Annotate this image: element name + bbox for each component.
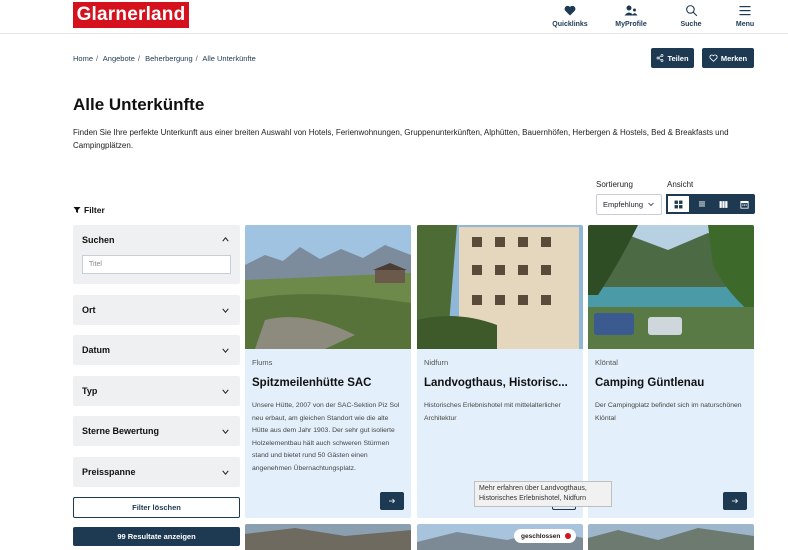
result-card[interactable]: Flums Spitzmeilenhütte SAC Unsere Hütte,… — [245, 225, 411, 518]
nav-label: Menu — [735, 21, 755, 28]
filter-datum[interactable]: Datum — [73, 335, 240, 365]
grid-icon — [674, 200, 683, 208]
columns-icon — [719, 200, 728, 208]
share-label: Teilen — [667, 53, 689, 63]
list-icon — [698, 201, 705, 207]
sort-select[interactable]: Empfehlung — [596, 194, 662, 215]
filter-preisspanne[interactable]: Preisspanne — [73, 457, 240, 487]
sort-label: Sortierung — [596, 180, 633, 189]
filter-ort[interactable]: Ort — [73, 295, 240, 325]
menu-icon — [718, 2, 772, 19]
status-badge-label: geschlossen — [521, 532, 561, 540]
filter-label: Sterne Bewertung — [82, 426, 160, 436]
search-placeholder: Titel — [89, 261, 102, 268]
heart-icon — [543, 2, 597, 19]
page-title: Alle Unterkünfte — [73, 95, 205, 114]
card-image — [245, 524, 411, 550]
breadcrumb-beherbergung[interactable]: Beherbergung — [145, 54, 193, 63]
card-location: Klöntal — [595, 358, 618, 367]
chevron-down-icon — [648, 202, 654, 207]
nav-quicklinks[interactable]: Quicklinks — [543, 2, 597, 28]
card-location: Flums — [252, 358, 273, 367]
view-toggle — [666, 194, 755, 214]
card-location: Nidfurn — [424, 358, 449, 367]
filter-typ[interactable]: Typ — [73, 376, 240, 406]
show-results-button[interactable]: 99 Resultate anzeigen — [73, 527, 240, 546]
page-intro: Finden Sie Ihre perfekte Unterkunft aus … — [73, 128, 729, 150]
nav-label: MyProfile — [615, 21, 647, 28]
result-card[interactable]: Klöntal Camping Güntlenau Der Campingpla… — [588, 225, 754, 518]
card-more-button[interactable] — [723, 492, 747, 510]
filter-title: Filter — [84, 205, 105, 215]
chevron-up-icon[interactable] — [221, 235, 230, 244]
view-calendar-button[interactable] — [734, 194, 755, 214]
result-card[interactable] — [245, 524, 411, 550]
card-title[interactable]: Camping Güntlenau — [595, 377, 704, 389]
sort-value: Empfehlung — [603, 200, 644, 209]
chevron-down-icon — [222, 308, 229, 313]
calendar-icon — [740, 200, 749, 209]
tooltip: Mehr erfahren über Landvogthaus, Histori… — [474, 481, 612, 507]
view-list-button[interactable] — [691, 194, 712, 214]
search-input[interactable]: Titel — [82, 255, 231, 274]
share-icon — [657, 54, 664, 62]
breadcrumb-current: Alle Unterkünfte — [202, 54, 256, 63]
card-image — [245, 225, 411, 349]
breadcrumb-separator: / — [96, 54, 99, 63]
breadcrumb-home[interactable]: Home — [73, 54, 93, 63]
save-label: Merken — [720, 53, 748, 63]
site-logo[interactable]: Glarnerland — [73, 2, 189, 28]
heart-outline-icon — [709, 54, 718, 62]
card-description: Historisches Erlebnishotel mit mittelalt… — [424, 402, 561, 422]
filter-search-section: Suchen Titel — [73, 225, 240, 284]
filter-sterne-bewertung[interactable]: Sterne Bewertung — [73, 416, 240, 446]
user-icon — [604, 2, 658, 19]
card-description: Der Campingplatz befindet sich im naturs… — [595, 402, 742, 422]
clear-filter-button[interactable]: Filter löschen — [73, 497, 240, 518]
breadcrumb-angebote[interactable]: Angebote — [103, 54, 135, 63]
card-title[interactable]: Spitzmeilenhütte SAC — [252, 377, 371, 389]
breadcrumb-separator: / — [195, 54, 198, 63]
view-columns-button[interactable] — [713, 194, 734, 214]
arrow-right-icon — [732, 498, 739, 504]
card-title[interactable]: Landvogthaus, Historisc... — [424, 377, 568, 389]
chevron-down-icon — [222, 429, 229, 434]
filter-label: Preisspanne — [82, 467, 136, 477]
search-icon — [664, 2, 718, 19]
save-button[interactable]: Merken — [702, 48, 754, 68]
chevron-down-icon — [222, 470, 229, 475]
arrow-right-icon — [389, 498, 396, 504]
breadcrumb-separator: / — [137, 54, 140, 63]
result-card[interactable] — [588, 524, 754, 550]
chevron-down-icon — [222, 348, 229, 353]
view-grid-button[interactable] — [666, 194, 692, 214]
status-dot — [565, 533, 572, 539]
funnel-icon — [73, 207, 81, 213]
status-badge: geschlossen — [514, 529, 577, 543]
chevron-down-icon — [222, 389, 229, 394]
card-image — [417, 225, 583, 349]
nav-label: Suche — [680, 21, 702, 28]
nav-myprofile[interactable]: MyProfile — [604, 2, 658, 28]
filter-search-label[interactable]: Suchen — [82, 235, 115, 245]
filter-heading: Filter — [73, 205, 105, 215]
card-image — [588, 225, 754, 349]
nav-menu[interactable]: Menu — [718, 2, 772, 28]
filter-label: Ort — [82, 305, 96, 315]
site-header: Glarnerland Quicklinks MyProfile Suche M… — [0, 0, 788, 34]
card-description: Unsere Hütte, 2007 von der SAC-Sektion P… — [252, 402, 400, 472]
breadcrumb: Home / Angebote / Beherbergung / Alle Unter… — [73, 54, 259, 63]
nav-label: Quicklinks — [552, 21, 588, 28]
card-image — [588, 524, 754, 550]
card-more-button[interactable] — [380, 492, 404, 510]
share-button[interactable]: Teilen — [651, 48, 694, 68]
result-card[interactable]: Nidfurn Landvogthaus, Historisc... Histo… — [417, 225, 583, 518]
filter-label: Typ — [82, 386, 98, 396]
nav-search[interactable]: Suche — [664, 2, 718, 28]
filter-label: Datum — [82, 345, 111, 355]
view-label: Ansicht — [667, 180, 694, 189]
